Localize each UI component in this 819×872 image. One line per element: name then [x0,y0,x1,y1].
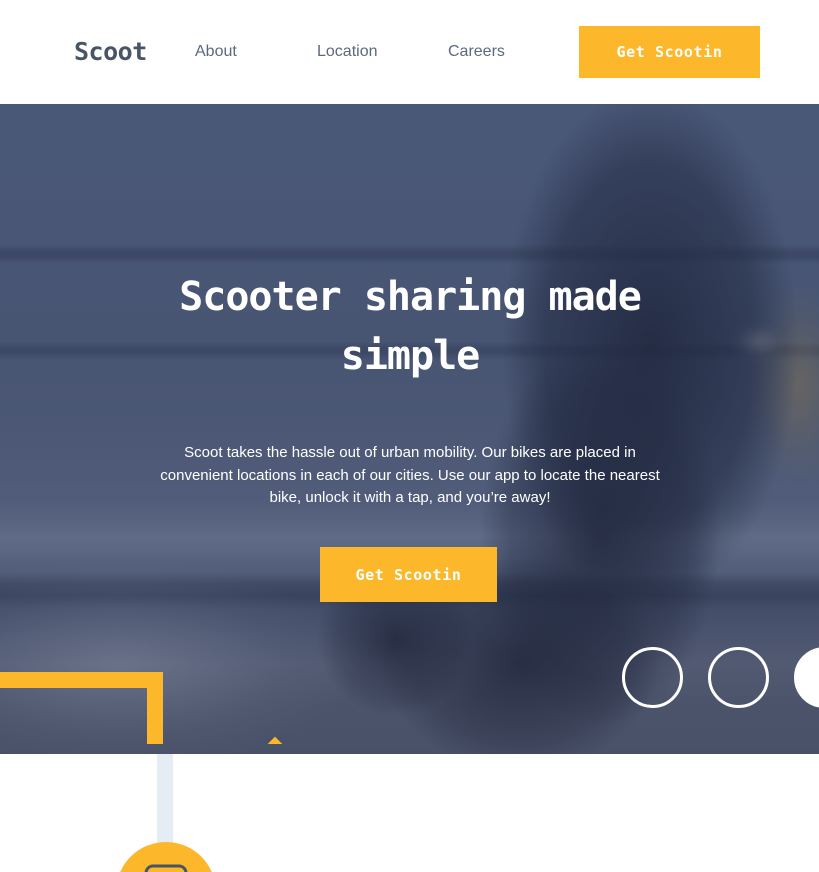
phone-icon [144,864,188,872]
hero-section: Scooter sharing made simple Scoot takes … [0,104,819,754]
hero-get-scootin-button[interactable]: Get Scootin [320,547,497,602]
feature-icon-badge [116,842,216,872]
hero-content: Scooter sharing made simple Scoot takes … [0,104,819,754]
nav-link-location[interactable]: Location [317,41,448,63]
nav-link-careers[interactable]: Careers [448,41,538,63]
header-get-scootin-button[interactable]: Get Scootin [579,26,760,78]
main-navigation: About Location Careers [195,41,538,63]
site-logo[interactable]: Scoot [74,38,147,66]
features-section: Locate with app [0,754,819,872]
site-header: Scoot About Location Careers Get Scootin [0,0,819,104]
nav-link-about[interactable]: About [195,41,317,63]
hero-description: Scoot takes the hassle out of urban mobi… [160,444,660,506]
hero-title: Scooter sharing made simple [179,274,642,379]
